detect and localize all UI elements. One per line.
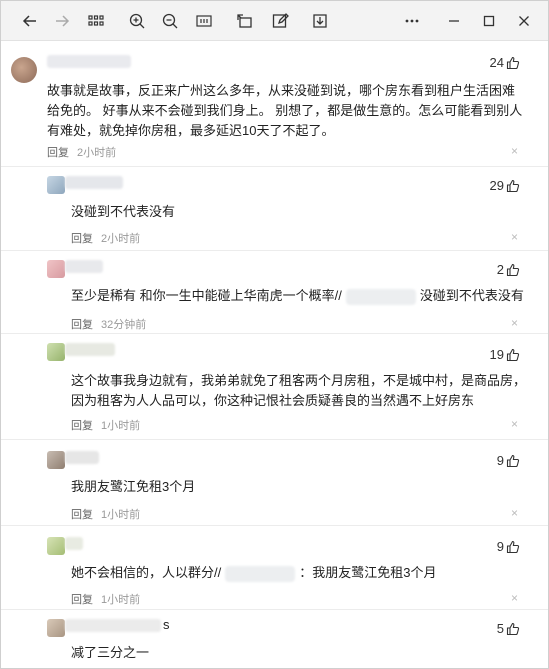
thumbs-up-icon [506, 540, 520, 553]
rotate-icon[interactable] [234, 10, 256, 32]
avatar[interactable] [47, 343, 65, 361]
username-blurred[interactable] [65, 619, 161, 632]
like-count: 24 [489, 55, 504, 70]
divider [1, 333, 548, 334]
mention-blurred[interactable] [345, 288, 416, 305]
timestamp: 1小时前 [101, 594, 141, 606]
dismiss-icon[interactable]: × [511, 417, 518, 431]
like-count: 2 [496, 262, 504, 277]
comment-text: 故事就是故事，反正来广州这么多年，从来没碰到说，哪个房东看到租户生活困难给免的。… [47, 83, 523, 138]
comment-text: 至少是稀有 和你一生中能碰上华南虎一个概率// 没碰到不代表没有 [71, 286, 524, 306]
comment-text-part: 没碰到不代表没有 [419, 288, 524, 303]
reply-button[interactable]: 回复 [47, 147, 69, 159]
thumbs-up-icon [506, 348, 520, 361]
timestamp: 1小时前 [101, 420, 141, 432]
comment-meta: 回复 2小时前 [71, 230, 140, 246]
like-counter[interactable]: 2 [497, 262, 520, 277]
comment-text: 没碰到不代表没有 [71, 204, 176, 219]
minimize-icon[interactable] [443, 10, 465, 32]
forward-arrow-icon[interactable] [51, 10, 73, 32]
comment-text-part: ：我朋友鹭江免租3个月 [299, 565, 437, 580]
comment-meta: 回复 1小时前 [71, 417, 140, 433]
username-blurred[interactable] [65, 537, 83, 550]
like-count: 9 [496, 453, 504, 468]
viewer-window: 24 故事就是故事，反正来广州这么多年，从来没碰到说，哪个房东看到租户生活困难给… [0, 0, 549, 669]
close-icon[interactable] [513, 10, 535, 32]
like-count: 9 [496, 539, 504, 554]
comment-meta: 回复 32分钟前 [71, 316, 146, 332]
username-blurred[interactable] [65, 343, 115, 356]
comment-meta: 回复 1小时前 [71, 506, 140, 522]
avatar[interactable] [47, 451, 65, 469]
dismiss-icon[interactable]: × [511, 591, 518, 605]
username-blurred[interactable] [65, 451, 99, 464]
reply-button[interactable]: 回复 [71, 233, 93, 245]
like-counter[interactable]: 5 [497, 621, 520, 636]
divider [1, 250, 548, 251]
avatar[interactable] [47, 619, 65, 637]
more-icon[interactable] [401, 10, 423, 32]
comment-text: 减了三分之一 [71, 645, 150, 660]
mention-blurred[interactable] [225, 565, 296, 582]
comment-meta: 回复 1小时前 [71, 591, 140, 607]
reply-button[interactable]: 回复 [71, 319, 93, 331]
thumbs-up-icon [506, 56, 520, 69]
dismiss-icon[interactable]: × [511, 144, 518, 158]
comment-list: 24 故事就是故事，反正来广州这么多年，从来没碰到说，哪个房东看到租户生活困难给… [1, 41, 548, 668]
divider [1, 166, 548, 167]
comment-text-part: 她不会相信的，人以群分// [71, 565, 222, 580]
dismiss-icon[interactable]: × [511, 316, 518, 330]
username-blurred[interactable] [65, 260, 103, 273]
fit-icon[interactable] [193, 10, 215, 32]
like-counter[interactable]: 24 [490, 55, 520, 70]
username-blurred[interactable] [65, 176, 123, 189]
like-counter[interactable]: 9 [497, 539, 520, 554]
comment-text-part: 至少是稀有 和你一生中能碰上华南虎一个概率// [71, 288, 342, 303]
thumbs-up-icon [506, 263, 520, 276]
like-count: 5 [496, 621, 504, 636]
reply-button[interactable]: 回复 [71, 594, 93, 606]
edit-icon[interactable] [269, 10, 291, 32]
like-counter[interactable]: 9 [497, 453, 520, 468]
divider [1, 439, 548, 440]
dismiss-icon[interactable]: × [511, 230, 518, 244]
grid-icon[interactable] [85, 10, 107, 32]
avatar[interactable] [11, 57, 37, 83]
toolbar [1, 1, 548, 41]
timestamp: 32分钟前 [101, 319, 147, 331]
like-count: 29 [489, 178, 504, 193]
username-blurred[interactable] [47, 55, 131, 68]
dismiss-icon[interactable]: × [511, 506, 518, 520]
timestamp: 2小时前 [77, 147, 117, 159]
back-arrow-icon[interactable] [19, 10, 41, 32]
zoom-out-icon[interactable] [159, 10, 181, 32]
download-icon[interactable] [309, 10, 331, 32]
avatar[interactable] [47, 176, 65, 194]
username-suffix: s [163, 617, 170, 632]
avatar[interactable] [47, 537, 65, 555]
thumbs-up-icon [506, 454, 520, 467]
comment-text: 我朋友鹭江免租3个月 [71, 479, 196, 494]
thumbs-up-icon [506, 622, 520, 635]
comment-meta: 回复 2小时前 [47, 144, 116, 160]
divider [1, 609, 548, 610]
timestamp: 1小时前 [101, 509, 141, 521]
like-counter[interactable]: 19 [490, 347, 520, 362]
thumbs-up-icon [506, 179, 520, 192]
comment-text: 她不会相信的，人以群分// ：我朋友鹭江免租3个月 [71, 563, 436, 583]
reply-button[interactable]: 回复 [71, 420, 93, 432]
zoom-in-icon[interactable] [126, 10, 148, 32]
reply-button[interactable]: 回复 [71, 509, 93, 521]
avatar[interactable] [47, 260, 65, 278]
divider [1, 525, 548, 526]
timestamp: 2小时前 [101, 233, 141, 245]
comment-text: 这个故事我身边就有，我弟弟就免了租客两个月房租，不是城中村，是商品房，因为租客为… [71, 373, 527, 408]
like-counter[interactable]: 29 [490, 178, 520, 193]
like-count: 19 [489, 347, 504, 362]
maximize-icon[interactable] [478, 10, 500, 32]
